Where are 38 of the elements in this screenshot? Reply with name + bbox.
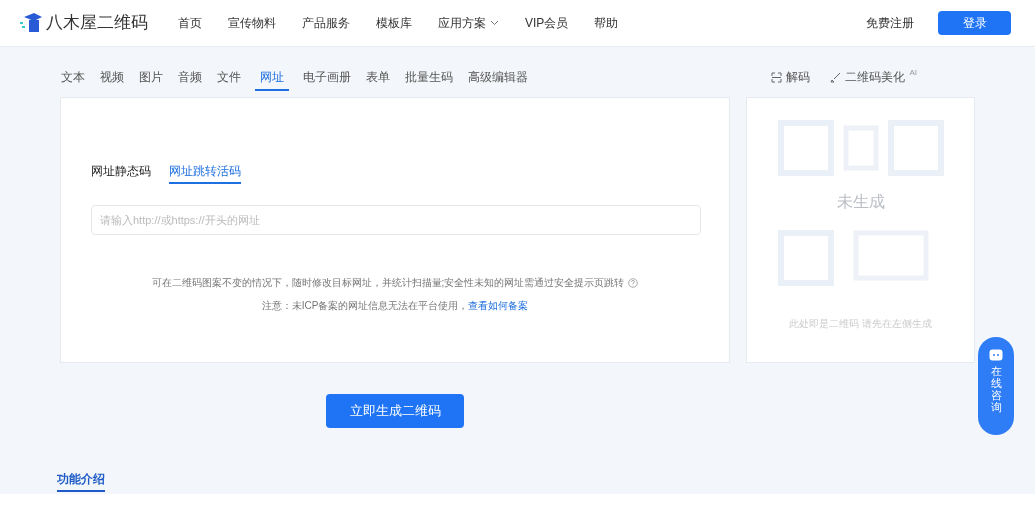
ai-label: AI [909, 68, 917, 78]
nav-link[interactable]: 应用方案 [438, 14, 499, 32]
beautify-link[interactable]: 二维码美化 AI [830, 68, 917, 86]
chat-icon [989, 349, 1003, 361]
hint-text: 可在二维码图案不变的情况下，随时修改目标网址，并统计扫描量;安全性未知的网址需通过安全提示页跳转 [151, 276, 625, 290]
type-tab[interactable]: 高级编辑器 [467, 68, 529, 91]
nav-link[interactable]: 帮助 [594, 14, 619, 32]
nav-link[interactable]: 首页 [178, 14, 202, 32]
type-tab[interactable]: 视频 [99, 68, 125, 91]
logo-icon [20, 13, 42, 33]
login-button[interactable]: 登录 [938, 11, 1011, 35]
brush-icon [830, 71, 842, 83]
section-tab[interactable]: 功能介绍 [57, 470, 105, 492]
type-tab[interactable]: 网址 [255, 68, 289, 91]
consult-button[interactable]: 在线咨询 [978, 337, 1014, 435]
not-generated-text: 未生成 [835, 192, 886, 212]
mode-tab[interactable]: 网址跳转活码 [169, 162, 241, 184]
type-tab[interactable]: 音频 [177, 68, 203, 91]
mode-tab[interactable]: 网址静态码 [91, 162, 151, 184]
logo-text: 八木屋二维码 [46, 12, 148, 35]
nav-link[interactable]: 产品服务 [302, 14, 350, 32]
type-tab[interactable]: 表单 [365, 68, 391, 91]
nav-link[interactable]: 宣传物料 [228, 14, 276, 32]
register-link[interactable]: 免费注册 [866, 14, 914, 32]
decode-link[interactable]: 解码 [771, 68, 811, 86]
type-tab[interactable]: 文件 [216, 68, 242, 91]
type-tab[interactable]: 图片 [138, 68, 164, 91]
help-icon [628, 277, 639, 288]
nav-link[interactable]: 模板库 [376, 14, 412, 32]
filing-link[interactable]: 查看如何备案 [468, 298, 529, 313]
notice-text: 注意：未ICP备案的网址信息无法在平台使用， [261, 299, 469, 313]
nav-link[interactable]: VIP会员 [525, 14, 569, 32]
generate-button[interactable]: 立即生成二维码 [326, 394, 464, 428]
scan-icon [771, 71, 783, 83]
type-tab[interactable]: 批量生码 [404, 68, 454, 91]
type-tab[interactable]: 文本 [60, 68, 86, 91]
url-input-field[interactable]: 请输入http://或https://开头的网址 [91, 205, 701, 235]
type-tab[interactable]: 电子画册 [302, 68, 352, 91]
